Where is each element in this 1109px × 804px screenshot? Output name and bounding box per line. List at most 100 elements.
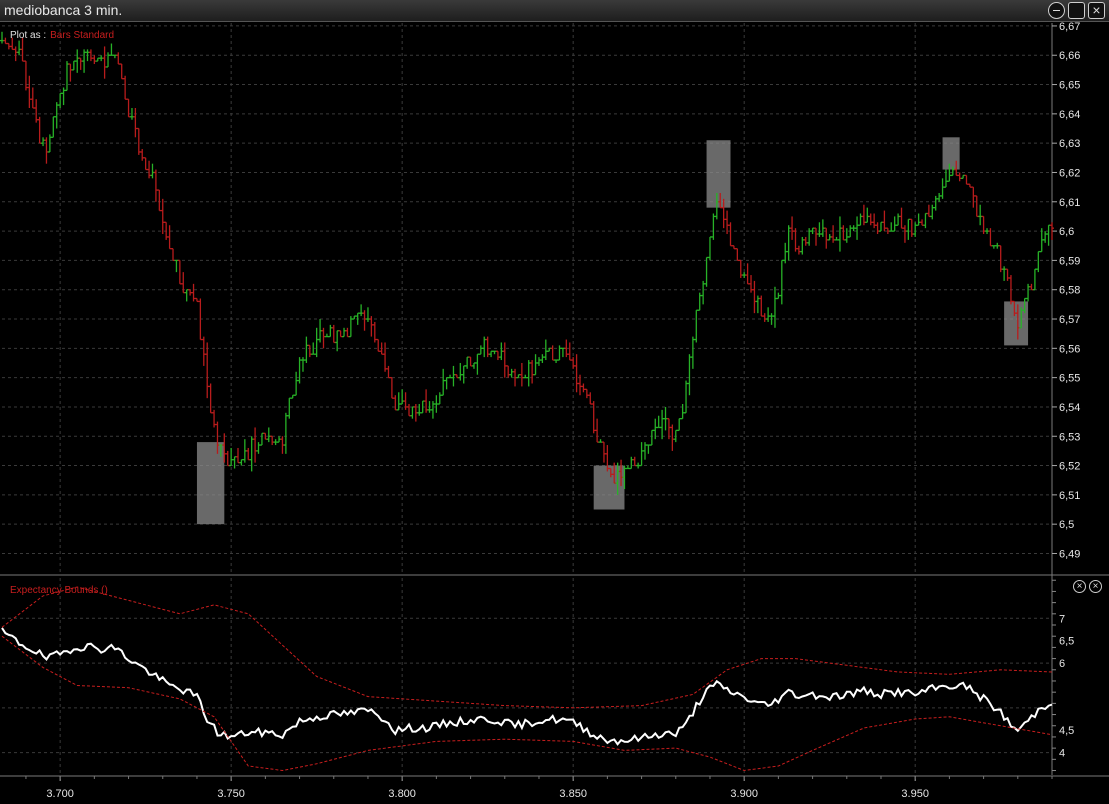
ohlc-bar <box>660 409 665 440</box>
ohlc-bar <box>731 245 736 250</box>
ohlc-bar <box>749 275 754 293</box>
ohlc-bar <box>212 409 217 428</box>
x-tick-label: 3.950 <box>901 788 929 800</box>
ohlc-bar <box>133 107 138 138</box>
ohlc-bar <box>475 353 480 375</box>
ohlc-bar <box>249 436 254 472</box>
ohlc-bar <box>629 456 634 470</box>
ohlc-bars <box>0 31 1054 495</box>
ohlc-bar <box>30 87 35 109</box>
ohlc-bar <box>1005 268 1010 281</box>
ohlc-bar <box>441 368 446 396</box>
ohlc-bar <box>858 213 863 226</box>
ohlc-bar <box>451 365 456 387</box>
ohlc-bar <box>957 172 962 182</box>
ohlc-bar <box>205 342 210 399</box>
ohlc-bar <box>632 456 637 467</box>
ohlc-bar <box>17 40 22 56</box>
ohlc-bar <box>786 225 791 261</box>
ohlc-bar <box>974 195 979 218</box>
ohlc-bar <box>988 228 993 247</box>
ohlc-bar <box>530 360 535 384</box>
ohlc-bar <box>759 295 764 317</box>
ohlc-bar <box>711 213 716 240</box>
ohlc-bar <box>1039 228 1044 253</box>
ohlc-bar <box>519 362 524 387</box>
highlight-box <box>593 465 625 510</box>
indicator-label[interactable]: Expectancy Bounds () <box>10 585 108 596</box>
ohlc-bar <box>338 330 343 338</box>
ohlc-bar <box>998 245 1003 273</box>
ohlc-bar <box>235 447 240 464</box>
ohlc-bar <box>348 316 353 338</box>
ohlc-bar <box>184 289 189 302</box>
ohlc-bar <box>636 462 641 469</box>
ohlc-bar <box>800 236 805 255</box>
ohlc-bar <box>150 163 155 179</box>
ohlc-bar <box>352 315 357 320</box>
ohlc-bar <box>707 236 712 261</box>
ohlc-bar <box>458 362 463 381</box>
ohlc-bar <box>639 442 644 467</box>
plot-as-selector[interactable]: Plot as : Bars Standard <box>10 30 114 41</box>
ohlc-bar <box>153 169 158 202</box>
ohlc-bar <box>468 356 473 367</box>
ohlc-bar <box>27 75 32 108</box>
ohlc-bar <box>143 157 148 171</box>
ohlc-bar <box>584 388 589 399</box>
ohlc-bar <box>547 347 552 352</box>
y-tick-label: 6,65 <box>1059 80 1080 92</box>
ohlc-bar <box>239 459 244 466</box>
ohlc-bar <box>690 336 695 369</box>
ohlc-bar <box>1029 283 1034 291</box>
ohlc-bar <box>417 404 422 416</box>
ohlc-bar <box>909 218 914 237</box>
ohlc-bar <box>776 292 781 300</box>
ohlc-bar <box>772 286 777 328</box>
indicator-signal-line <box>1 627 1053 746</box>
ohlc-bar <box>82 49 87 73</box>
ohlc-bar <box>762 313 767 322</box>
plot-as-label: Plot as : <box>10 30 47 41</box>
ohlc-bar <box>697 292 702 311</box>
ohlc-bar <box>523 374 528 379</box>
ohlc-bar <box>256 442 261 454</box>
chart-canvas[interactable]: 3.700 3.750 3.800 3.850 3.900 3.9506,676,666,… <box>0 0 1109 804</box>
ohlc-bar <box>386 365 391 379</box>
ohlc-bar <box>591 401 596 434</box>
indicator-close-icon[interactable]: × <box>1073 580 1086 593</box>
ohlc-bar <box>290 394 295 399</box>
plot-as-value[interactable]: Bars Standard <box>50 30 114 41</box>
ohlc-bar <box>116 52 121 65</box>
ohlc-bar <box>779 259 784 305</box>
ohlc-bar <box>266 427 271 443</box>
ohlc-bar <box>502 342 507 378</box>
ohlc-bar <box>902 225 907 243</box>
ohlc-bar <box>478 345 483 355</box>
ohlc-bar <box>906 218 911 240</box>
ohlc-bar <box>663 406 668 431</box>
y-tick-label: 6,56 <box>1059 343 1080 355</box>
ohlc-bar <box>232 456 237 469</box>
highlight-box <box>706 140 731 208</box>
ohlc-bar <box>540 354 545 363</box>
ohlc-bar <box>738 259 743 278</box>
ohlc-bar <box>861 204 866 226</box>
ohlc-bar <box>971 186 976 208</box>
y-tick-label: 6,51 <box>1059 490 1080 502</box>
ohlc-bar <box>557 345 562 361</box>
ohlc-bar <box>875 222 880 235</box>
ohlc-bar <box>913 222 918 237</box>
ohlc-bar <box>294 371 299 396</box>
ohlc-bar <box>670 424 675 451</box>
indicator-remove-icon[interactable]: × <box>1089 580 1102 593</box>
x-tick-label: 3.900 <box>730 788 758 800</box>
ohlc-bar <box>78 57 83 70</box>
y-tick-label: 6,54 <box>1059 402 1080 414</box>
indicator-upper-bound-line <box>1 586 1053 709</box>
ohlc-bar <box>461 365 466 384</box>
ohlc-bar <box>896 213 901 226</box>
ohlc-bar <box>536 357 541 366</box>
ohlc-bar <box>509 368 514 378</box>
ohlc-bar <box>307 344 312 358</box>
